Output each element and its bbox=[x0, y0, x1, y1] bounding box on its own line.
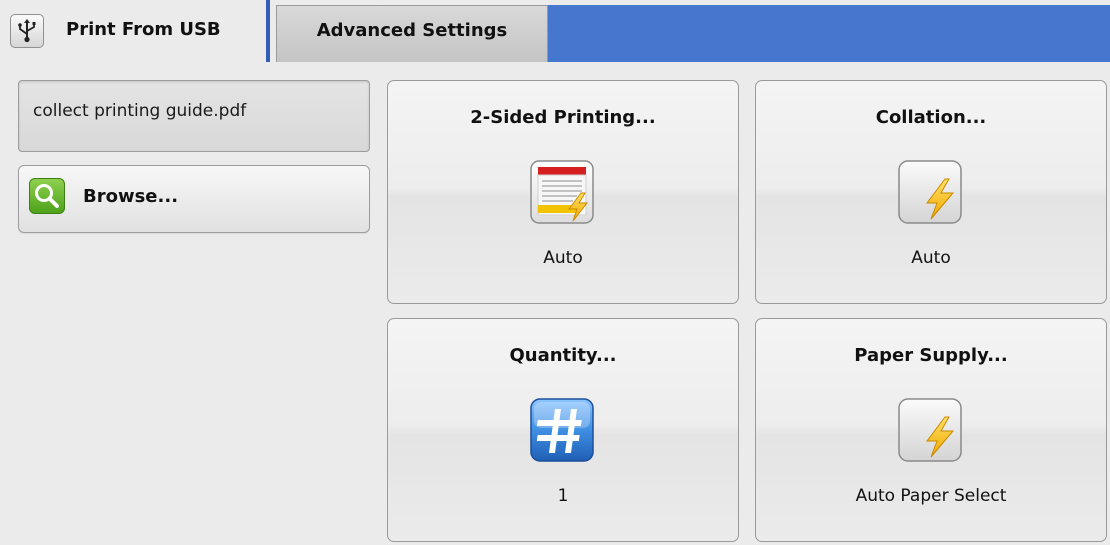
collation-value: Auto bbox=[911, 248, 951, 268]
collation-button[interactable]: Collation... Auto bbox=[755, 80, 1107, 304]
tab-bar-background bbox=[548, 5, 1110, 62]
tab-print-from-usb[interactable]: Print From USB bbox=[0, 0, 270, 62]
quantity-title: Quantity... bbox=[509, 345, 617, 366]
two-sided-printing-button[interactable]: 2-Sided Printing... Auto bbox=[387, 80, 739, 304]
two-sided-printing-title: 2-Sided Printing... bbox=[470, 107, 656, 128]
tab-bar: Print From USB Advanced Settings bbox=[0, 0, 1110, 62]
two-sided-icon bbox=[529, 159, 597, 227]
usb-icon bbox=[10, 14, 44, 48]
auto-lightning-icon bbox=[897, 397, 965, 465]
browse-button[interactable]: Browse... bbox=[18, 165, 370, 233]
quantity-button[interactable]: Quantity... 1 bbox=[387, 318, 739, 542]
collation-title: Collation... bbox=[875, 107, 987, 128]
tab-print-from-usb-label: Print From USB bbox=[66, 18, 221, 40]
quantity-value: 1 bbox=[557, 486, 569, 506]
paper-supply-title: Paper Supply... bbox=[854, 345, 1008, 366]
magnifier-icon bbox=[29, 178, 65, 214]
selected-file-name: collect printing guide.pdf bbox=[33, 101, 247, 121]
tab-advanced-settings[interactable]: Advanced Settings bbox=[276, 5, 548, 62]
two-sided-printing-value: Auto bbox=[543, 248, 583, 268]
auto-lightning-icon bbox=[897, 159, 965, 227]
paper-supply-value: Auto Paper Select bbox=[855, 486, 1007, 506]
selected-file-field: collect printing guide.pdf bbox=[18, 80, 370, 152]
paper-supply-button[interactable]: Paper Supply... Auto Paper Select bbox=[755, 318, 1107, 542]
browse-button-label: Browse... bbox=[83, 186, 179, 207]
hash-icon bbox=[529, 397, 597, 465]
tab-advanced-settings-label: Advanced Settings bbox=[316, 20, 508, 41]
